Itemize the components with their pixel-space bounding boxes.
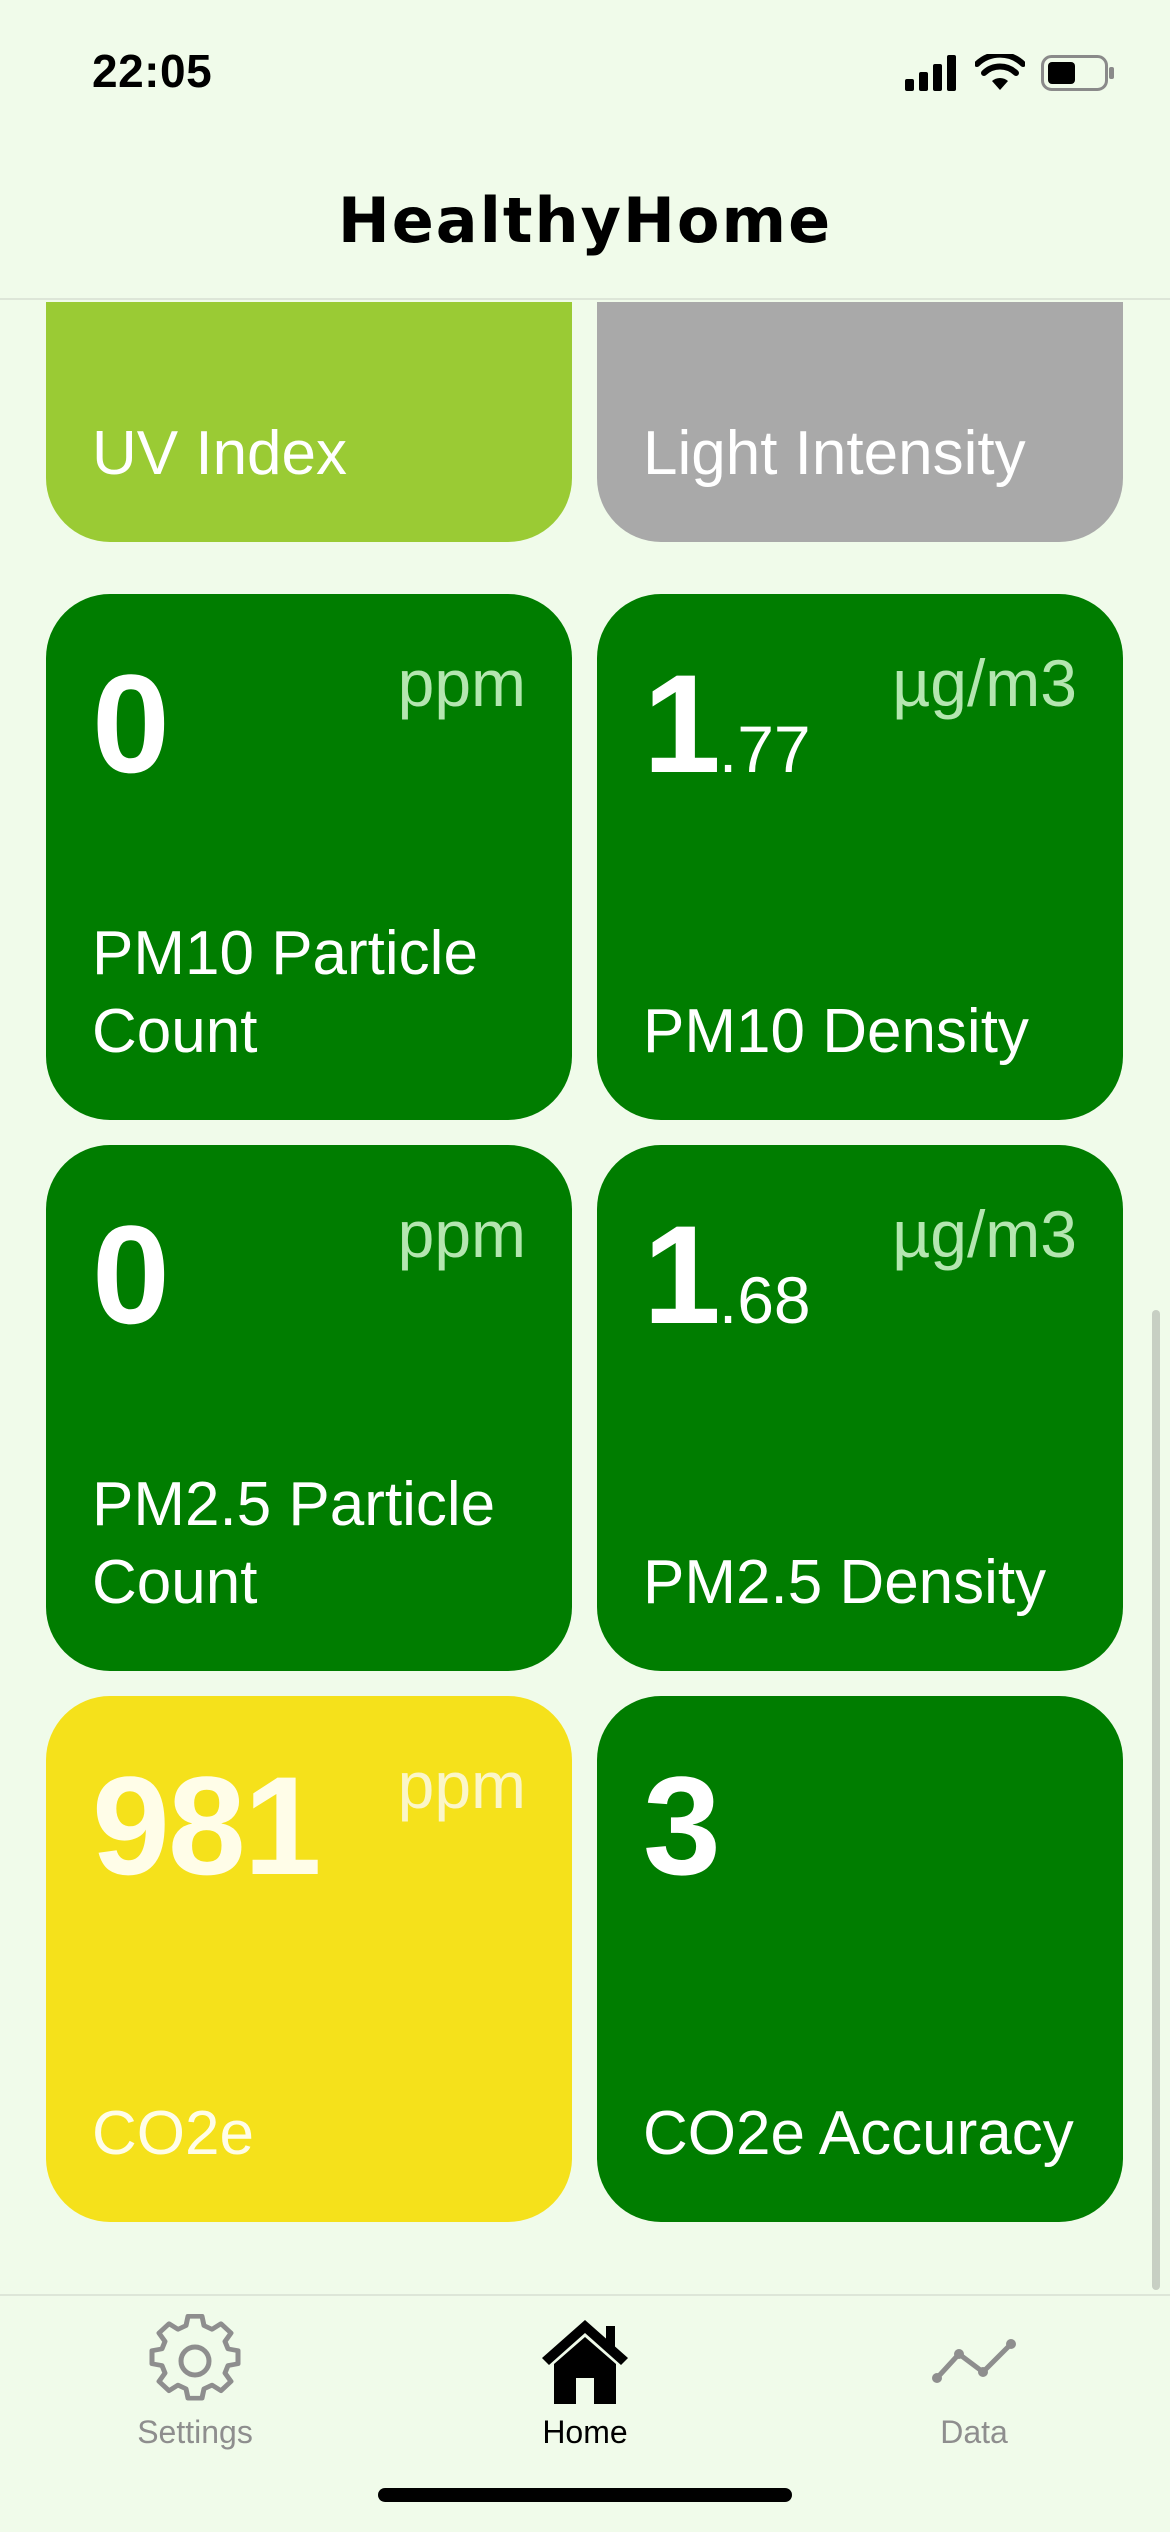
tab-label: Settings <box>137 2414 253 2450</box>
sensor-tile-grid[interactable]: UV Index Light Intensity 0 ppm PM10 Part… <box>0 302 1170 2294</box>
tile-label: CO2e Accuracy <box>643 2099 1074 2169</box>
tile-uv-index[interactable]: UV Index <box>46 302 572 542</box>
tab-label: Data <box>940 2414 1008 2450</box>
tile-value: 0 <box>92 645 170 802</box>
tile-value: 1.77 <box>643 645 811 802</box>
wifi-icon <box>975 54 1025 90</box>
tile-label: CO2e <box>92 2099 254 2169</box>
tile-value: 1.68 <box>643 1196 811 1353</box>
tile-pm10-particle-count[interactable]: 0 ppm PM10 Particle Count <box>46 594 572 1120</box>
tab-settings[interactable]: Settings <box>75 2314 315 2464</box>
gear-icon <box>149 2314 241 2401</box>
house-icon <box>542 2320 628 2404</box>
status-bar: 22:05 <box>0 0 1170 140</box>
tile-unit: ppm <box>397 1197 526 1271</box>
tile-unit: ppm <box>397 646 526 720</box>
navigation-bar: HealthyHome <box>0 140 1170 300</box>
tile-value: 981 <box>92 1747 322 1904</box>
tile-co2e-accuracy[interactable]: 3 CO2e Accuracy <box>597 1696 1123 2222</box>
tab-label: Home <box>542 2414 628 2450</box>
tile-label: PM10 Particle Count <box>92 918 478 1067</box>
tile-label: PM2.5 Density <box>643 1548 1047 1618</box>
status-time: 22:05 <box>92 45 213 97</box>
page-title: HealthyHome <box>337 184 833 257</box>
tile-unit: µg/m3 <box>892 1197 1077 1271</box>
tile-unit: µg/m3 <box>892 646 1077 720</box>
app-screen: 22:05 HealthyHome UV Index Light Intensi… <box>0 0 1170 2532</box>
tile-label: UV Index <box>92 419 348 489</box>
tile-value: 3 <box>643 1747 721 1904</box>
tile-co2e[interactable]: 981 ppm CO2e <box>46 1696 572 2222</box>
tab-home[interactable]: Home <box>465 2314 705 2464</box>
line-chart-icon <box>932 2339 1016 2383</box>
tile-light-intensity[interactable]: Light Intensity <box>597 302 1123 542</box>
tile-value: 0 <box>92 1196 170 1353</box>
tile-label: Light Intensity <box>643 419 1026 489</box>
home-indicator[interactable] <box>378 2488 792 2502</box>
tile-unit: ppm <box>397 1748 526 1822</box>
cellular-signal-icon <box>905 55 956 91</box>
tile-pm25-particle-count[interactable]: 0 ppm PM2.5 Particle Count <box>46 1145 572 1671</box>
scrollbar[interactable] <box>1152 1310 1160 2290</box>
tile-label: PM10 Density <box>643 997 1029 1067</box>
status-icons <box>905 48 1115 98</box>
battery-icon <box>1041 55 1114 91</box>
tile-pm25-density[interactable]: 1.68 µg/m3 PM2.5 Density <box>597 1145 1123 1671</box>
tile-label: PM2.5 Particle Count <box>92 1469 496 1618</box>
tile-pm10-density[interactable]: 1.77 µg/m3 PM10 Density <box>597 594 1123 1120</box>
tab-data[interactable]: Data <box>854 2314 1094 2464</box>
